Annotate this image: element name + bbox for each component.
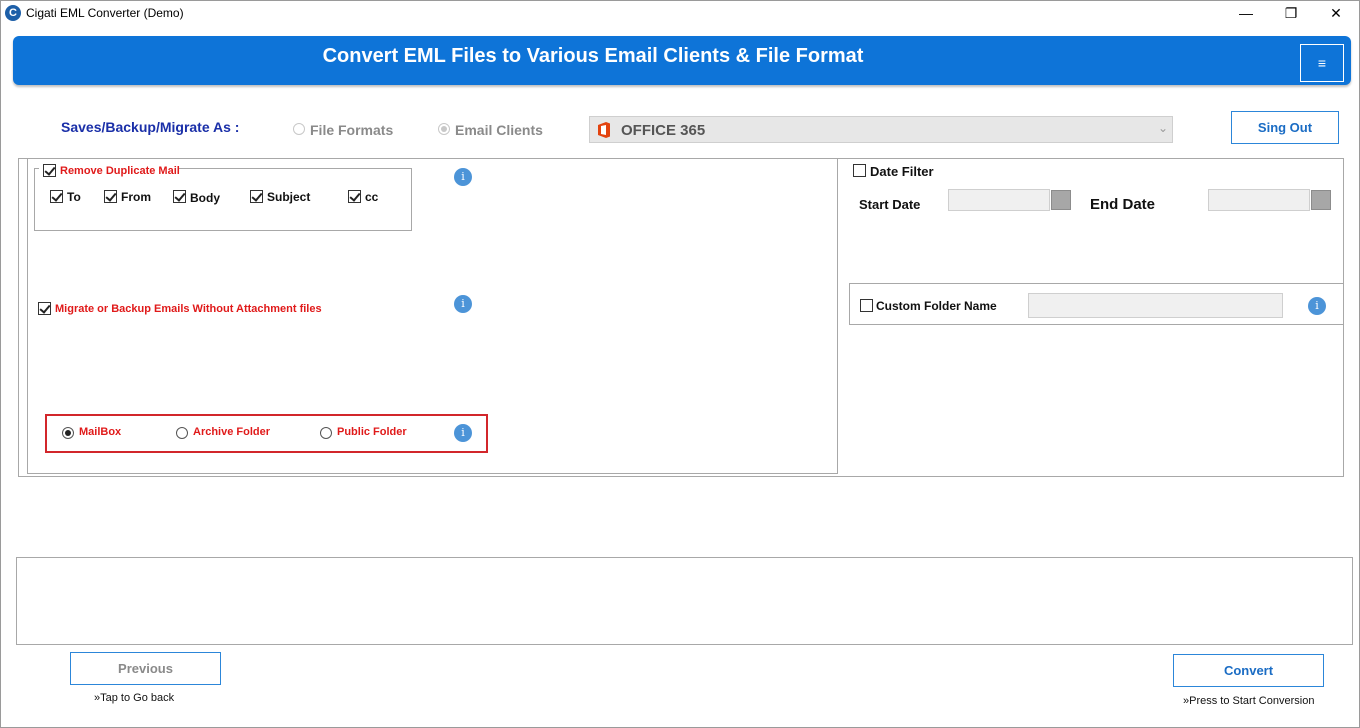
email-clients-radio[interactable]: [438, 123, 450, 135]
header-banner: Convert EML Files to Various Email Clien…: [13, 36, 1351, 85]
convert-button[interactable]: Convert: [1173, 654, 1324, 687]
archive-folder-radio[interactable]: [176, 427, 188, 439]
custom-folder-info-icon[interactable]: i: [1308, 297, 1326, 315]
chevron-down-icon: ⌄: [1157, 121, 1169, 135]
custom-folder-label: Custom Folder Name: [876, 299, 997, 313]
mailbox-info-icon[interactable]: i: [454, 424, 472, 442]
dup-cc-checkbox[interactable]: [348, 190, 361, 203]
dup-to-checkbox[interactable]: [50, 190, 63, 203]
end-date-input[interactable]: [1208, 189, 1310, 211]
dup-from-checkbox[interactable]: [104, 190, 117, 203]
minimize-icon[interactable]: —: [1223, 1, 1269, 27]
menu-button[interactable]: ≡: [1300, 44, 1344, 82]
dup-cc-label: cc: [365, 190, 379, 204]
dup-from-label: From: [121, 190, 151, 204]
duplicate-info-icon[interactable]: i: [454, 168, 472, 186]
dup-body-checkbox[interactable]: [173, 190, 186, 203]
public-folder-radio[interactable]: [320, 427, 332, 439]
previous-hint: »Tap to Go back: [94, 692, 175, 704]
custom-folder-input[interactable]: [1028, 293, 1283, 318]
save-as-label: Saves/Backup/Migrate As :: [61, 119, 240, 135]
email-clients-label: Email Clients: [455, 122, 543, 138]
public-folder-label: Public Folder: [337, 426, 407, 438]
page-title: Convert EML Files to Various Email Clien…: [322, 45, 864, 67]
remove-duplicate-checkbox[interactable]: [43, 164, 56, 177]
mailbox-radio[interactable]: [62, 427, 74, 439]
dup-body-label: Body: [190, 191, 220, 205]
dup-to-label: To: [67, 190, 81, 204]
start-date-input[interactable]: [948, 189, 1050, 211]
email-client-select[interactable]: OFFICE 365 ⌄: [589, 116, 1173, 143]
dup-subject-checkbox[interactable]: [250, 190, 263, 203]
archive-folder-label: Archive Folder: [193, 426, 271, 438]
previous-button[interactable]: Previous: [70, 652, 221, 685]
date-filter-label: Date Filter: [870, 164, 934, 179]
maximize-icon[interactable]: ❐: [1268, 1, 1314, 27]
remove-duplicate-label: Remove Duplicate Mail: [60, 165, 180, 177]
app-logo-icon: C: [5, 5, 21, 21]
custom-folder-checkbox[interactable]: [860, 299, 873, 312]
office-365-icon: [598, 122, 610, 138]
close-icon[interactable]: ✕: [1313, 1, 1359, 27]
file-formats-radio[interactable]: [293, 123, 305, 135]
attachment-info-icon[interactable]: i: [454, 295, 472, 313]
start-date-label: Start Date: [859, 197, 921, 212]
mailbox-label: MailBox: [79, 426, 122, 438]
selected-client-value: OFFICE 365: [621, 122, 706, 139]
sign-out-button[interactable]: Sing Out: [1231, 111, 1339, 144]
end-date-picker-button[interactable]: [1311, 190, 1331, 210]
title-bar: C Cigati EML Converter (Demo) — ❐ ✕: [1, 1, 1359, 27]
log-area: [16, 557, 1353, 645]
no-attachment-label: Migrate or Backup Emails Without Attachm…: [55, 303, 322, 315]
convert-hint: »Press to Start Conversion: [1183, 695, 1315, 707]
no-attachment-checkbox[interactable]: [38, 302, 51, 315]
window-title: Cigati EML Converter (Demo): [26, 6, 184, 20]
dup-subject-label: Subject: [267, 190, 311, 204]
end-date-label: End Date: [1090, 196, 1156, 213]
file-formats-label: File Formats: [310, 122, 394, 138]
date-filter-checkbox[interactable]: [853, 164, 866, 177]
start-date-picker-button[interactable]: [1051, 190, 1071, 210]
